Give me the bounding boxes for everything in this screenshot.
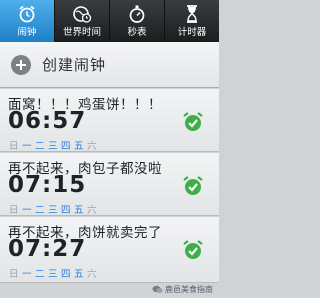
day-wed: 三 — [48, 141, 58, 152]
repeat-days: 日 一 二 三 四 五 六 — [9, 202, 100, 216]
day-tue: 二 — [35, 141, 45, 152]
repeat-days: 日 一 二 三 四 五 六 — [9, 138, 100, 152]
alarm-time: 07:27 — [8, 236, 87, 262]
alarm-time: 07:15 — [8, 172, 87, 198]
day-sun: 日 — [9, 141, 19, 152]
alarm-clock-check-icon — [183, 176, 203, 195]
alarm-clock-check-icon — [183, 240, 203, 259]
tab-stopwatch-label: 秒表 — [127, 27, 147, 38]
create-alarm-button[interactable]: 创建闹钟 — [0, 42, 219, 88]
alarm-clock-check-icon — [183, 112, 203, 131]
alarm-enabled-toggle[interactable] — [181, 175, 205, 197]
repeat-days: 日 一 二 三 四 五 六 — [9, 266, 100, 280]
alarm-item[interactable]: 再不起来，肉包子都没啦 07:15 日 一 二 三 四 五 六 — [0, 153, 219, 216]
day-fri: 五 — [74, 205, 84, 216]
day-thu: 四 — [61, 205, 71, 216]
watermark: 鹿邑美食指南 — [152, 284, 213, 295]
alarm-clock-icon — [19, 5, 35, 23]
tab-timer-label: 计时器 — [177, 27, 207, 38]
day-sat: 六 — [87, 141, 97, 152]
alarm-item[interactable]: 再不起来，肉饼就卖完了 07:27 日 一 二 三 四 五 六 — [0, 217, 219, 283]
day-sat: 六 — [87, 205, 97, 216]
alarm-time: 06:57 — [8, 108, 87, 134]
tab-alarm[interactable]: 闹钟 — [0, 0, 55, 42]
hourglass-icon — [187, 5, 197, 23]
day-thu: 四 — [61, 269, 71, 280]
globe-clock-icon — [73, 6, 92, 23]
day-sat: 六 — [87, 269, 97, 280]
day-wed: 三 — [48, 205, 58, 216]
watermark-text: 鹿邑美食指南 — [165, 285, 213, 294]
day-thu: 四 — [61, 141, 71, 152]
tab-world-time[interactable]: 世界时间 — [55, 0, 110, 42]
stopwatch-icon — [129, 5, 145, 23]
plus-icon — [11, 54, 31, 75]
day-mon: 一 — [22, 141, 32, 152]
tab-timer[interactable]: 计时器 — [165, 0, 219, 42]
day-sun: 日 — [9, 205, 19, 216]
day-tue: 二 — [35, 269, 45, 280]
day-fri: 五 — [74, 269, 84, 280]
create-alarm-label: 创建闹钟 — [42, 56, 107, 74]
day-fri: 五 — [74, 141, 84, 152]
alarm-enabled-toggle[interactable] — [181, 111, 205, 133]
tab-alarm-label: 闹钟 — [17, 27, 37, 38]
tab-bar: 闹钟 世界时间 秒表 计时器 — [0, 0, 219, 42]
day-mon: 一 — [22, 205, 32, 216]
alarm-item[interactable]: 面窝！！！鸡蛋饼！！！ 06:57 日 一 二 三 四 五 六 — [0, 89, 219, 152]
day-mon: 一 — [22, 269, 32, 280]
day-wed: 三 — [48, 269, 58, 280]
tab-stopwatch[interactable]: 秒表 — [110, 0, 165, 42]
day-tue: 二 — [35, 205, 45, 216]
wechat-icon — [152, 285, 163, 293]
day-sun: 日 — [9, 269, 19, 280]
alarm-enabled-toggle[interactable] — [181, 239, 205, 261]
tab-world-time-label: 世界时间 — [62, 27, 101, 38]
